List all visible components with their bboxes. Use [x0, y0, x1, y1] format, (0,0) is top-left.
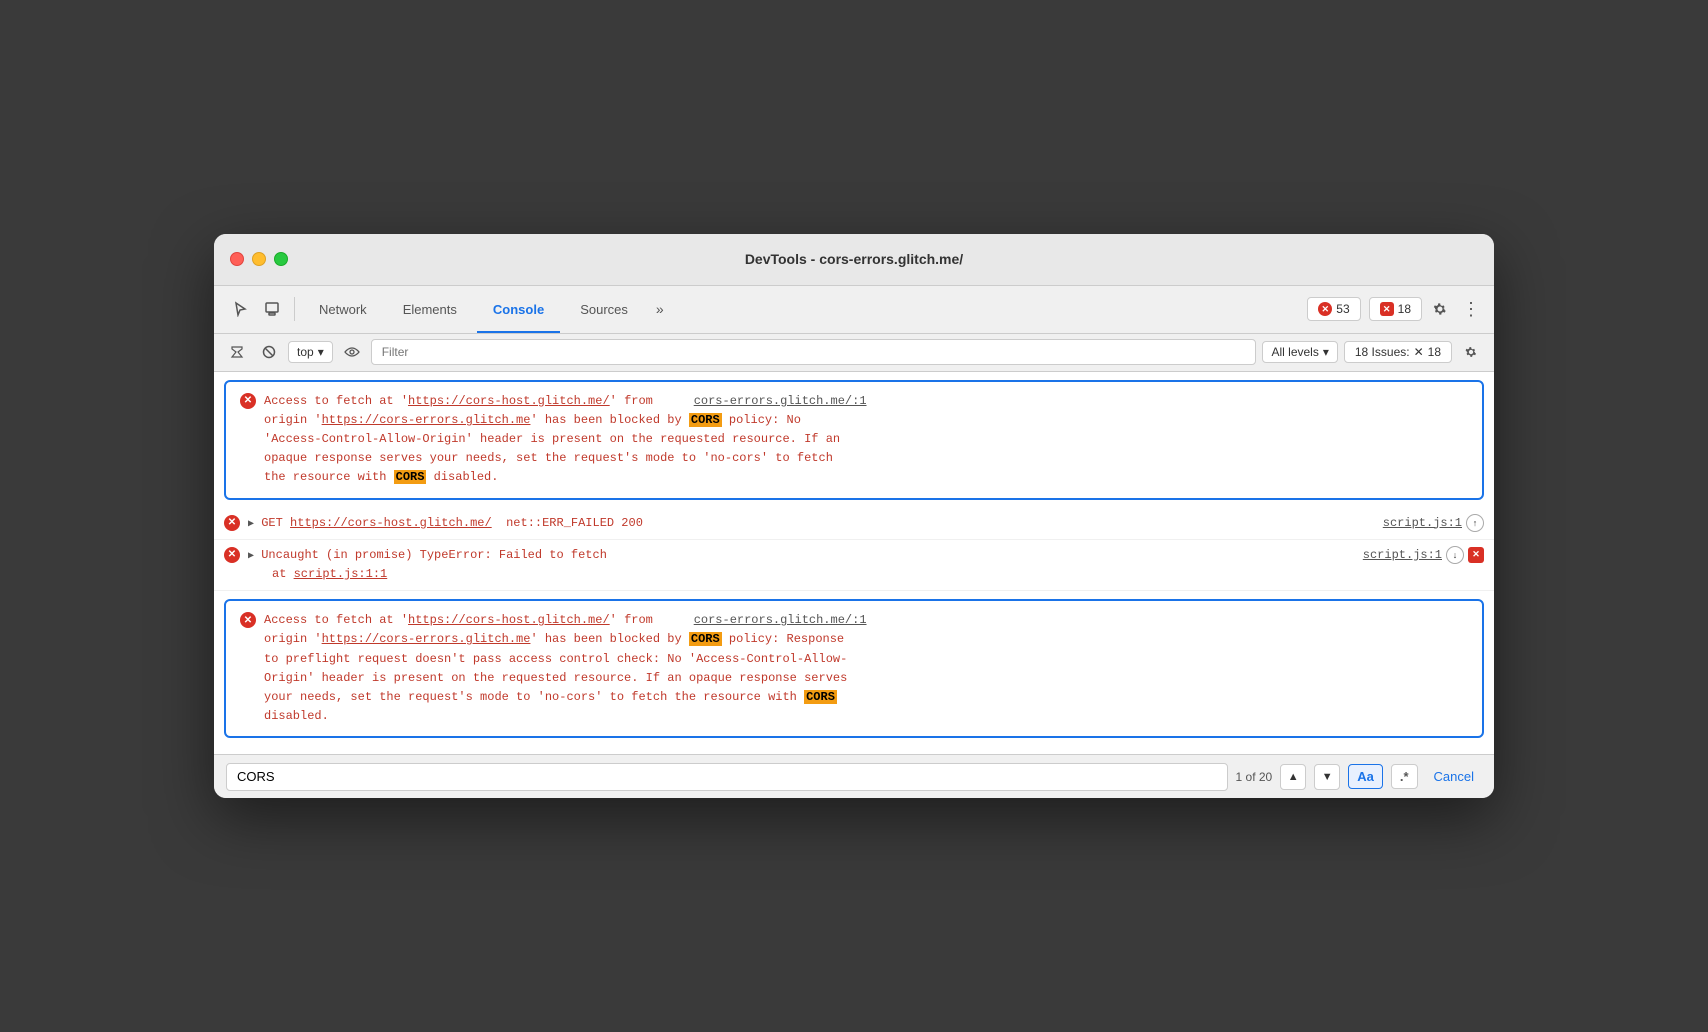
expand-arrow-3[interactable]: ▶ [248, 551, 254, 562]
maximize-button[interactable] [274, 252, 288, 266]
source-link-4[interactable]: cors-errors.glitch.me/:1 [682, 613, 867, 627]
main-toolbar: Network Elements Console Sources » ✕ 53 … [214, 286, 1494, 334]
error-row-2: ✕ ▶ GET https://cors-host.glitch.me/ net… [214, 508, 1494, 540]
inspect-icon[interactable] [258, 295, 286, 323]
cors-highlight-1a: CORS [689, 413, 722, 427]
warning-icon: ✕ [1380, 302, 1394, 316]
close-button[interactable] [230, 252, 244, 266]
log-level-selector[interactable]: All levels ▾ [1262, 341, 1337, 363]
close-icon-3[interactable]: ✕ [1468, 547, 1484, 563]
error-text-1: Access to fetch at 'https://cors-host.gl… [264, 392, 1468, 488]
case-sensitive-button[interactable]: Aa [1348, 764, 1383, 789]
source-link-2[interactable]: script.js:1 [1371, 516, 1462, 530]
warning-badge[interactable]: ✕ 18 [1369, 297, 1422, 321]
script-link-3[interactable]: script.js:1:1 [294, 567, 388, 581]
error-text-3: ▶ Uncaught (in promise) TypeError: Faile… [248, 546, 1343, 584]
cors-highlight-2a: CORS [689, 632, 722, 646]
error-icon-3: ✕ [224, 547, 240, 563]
search-count: 1 of 20 [1236, 770, 1273, 784]
download-icon-3[interactable]: ↓ [1446, 546, 1464, 564]
separator [294, 297, 295, 321]
row-actions-2: script.js:1 ↑ [1371, 514, 1484, 532]
tab-console[interactable]: Console [477, 285, 560, 333]
tab-elements[interactable]: Elements [387, 285, 473, 333]
error-block-2: ✕ Access to fetch at 'https://cors-host.… [224, 599, 1484, 738]
source-link-3[interactable]: script.js:1 [1351, 548, 1442, 562]
error-icon-4: ✕ [240, 612, 256, 628]
search-next-button[interactable]: ▼ [1314, 764, 1340, 790]
cors-errors-link-2[interactable]: https://cors-errors.glitch.me [322, 632, 531, 646]
settings-button[interactable] [1426, 295, 1454, 323]
search-prev-button[interactable]: ▲ [1280, 764, 1306, 790]
cors-errors-link-1[interactable]: https://cors-errors.glitch.me [322, 413, 531, 427]
search-bar: 1 of 20 ▲ ▼ Aa .* Cancel [214, 754, 1494, 798]
error-icon-1: ✕ [240, 393, 256, 409]
issues-icon: ✕ [1414, 345, 1424, 359]
console-settings-button[interactable] [1458, 339, 1484, 365]
error-icon: ✕ [1318, 302, 1332, 316]
search-cancel-button[interactable]: Cancel [1426, 765, 1482, 788]
cors-host-link-2[interactable]: https://cors-host.glitch.me/ [408, 613, 610, 627]
console-content: ✕ Access to fetch at 'https://cors-host.… [214, 372, 1494, 755]
badge-group: ✕ 53 ✕ 18 [1307, 297, 1422, 321]
error-text-2: ▶ GET https://cors-host.glitch.me/ net::… [248, 514, 1363, 533]
tab-network[interactable]: Network [303, 285, 383, 333]
block-icon[interactable] [256, 339, 282, 365]
filter-input[interactable] [371, 339, 1257, 365]
source-link-1[interactable]: cors-errors.glitch.me/:1 [682, 394, 867, 408]
error-badge[interactable]: ✕ 53 [1307, 297, 1360, 321]
regex-button[interactable]: .* [1391, 764, 1418, 789]
get-link[interactable]: https://cors-host.glitch.me/ [290, 516, 492, 530]
clear-console-button[interactable] [224, 339, 250, 365]
eye-icon[interactable] [339, 339, 365, 365]
window-title: DevTools - cors-errors.glitch.me/ [745, 251, 963, 267]
context-selector[interactable]: top ▾ [288, 341, 333, 363]
minimize-button[interactable] [252, 252, 266, 266]
traffic-lights [230, 252, 288, 266]
error-row-3: ✕ ▶ Uncaught (in promise) TypeError: Fai… [214, 540, 1494, 591]
tab-sources[interactable]: Sources [564, 285, 644, 333]
issues-counter[interactable]: 18 Issues: ✕ 18 [1344, 341, 1452, 363]
cors-highlight-2b: CORS [804, 690, 837, 704]
devtools-window: DevTools - cors-errors.glitch.me/ Networ… [214, 234, 1494, 799]
expand-arrow-2[interactable]: ▶ [248, 519, 254, 530]
row-actions-3: script.js:1 ↓ ✕ [1351, 546, 1484, 564]
more-tabs-button[interactable]: » [648, 301, 672, 317]
cors-highlight-1b: CORS [394, 470, 427, 484]
titlebar: DevTools - cors-errors.glitch.me/ [214, 234, 1494, 286]
error-block-1: ✕ Access to fetch at 'https://cors-host.… [224, 380, 1484, 500]
error-text-4: Access to fetch at 'https://cors-host.gl… [264, 611, 1468, 726]
console-toolbar: top ▾ All levels ▾ 18 Issues: ✕ 18 [214, 334, 1494, 372]
cursor-icon[interactable] [226, 295, 254, 323]
error-icon-2: ✕ [224, 515, 240, 531]
upload-icon-2[interactable]: ↑ [1466, 514, 1484, 532]
more-options-button[interactable]: ⋮ [1458, 297, 1482, 321]
search-input[interactable] [226, 763, 1228, 791]
cors-host-link-1[interactable]: https://cors-host.glitch.me/ [408, 394, 610, 408]
